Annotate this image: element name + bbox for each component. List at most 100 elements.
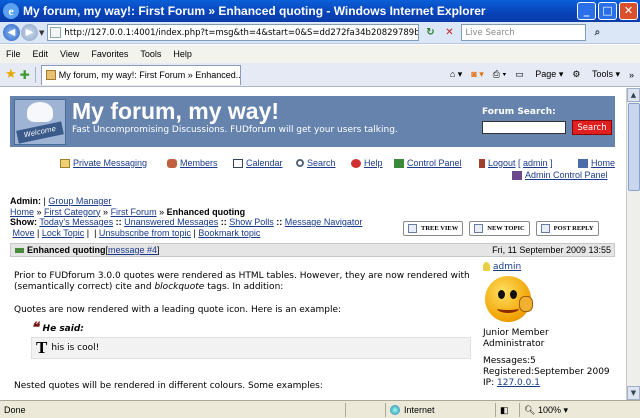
online-bulb-icon (483, 262, 490, 271)
menu-file[interactable]: File (6, 49, 21, 59)
menu-favorites[interactable]: Favorites (91, 49, 128, 59)
back-button[interactable]: ◀ (3, 24, 20, 41)
live-search-input[interactable]: Live Search (461, 24, 587, 41)
window-title: My forum, my way!: First Forum » Enhance… (23, 4, 486, 18)
bookmark-topic-link[interactable]: Bookmark topic (198, 228, 260, 238)
status-text: Done (4, 404, 26, 415)
forum-search-button[interactable]: Search (572, 120, 612, 135)
close-button[interactable]: ✕ (619, 2, 638, 20)
forum-search-label: Forum Search: (482, 107, 556, 117)
maximize-button[interactable]: □ (598, 2, 617, 20)
logout-icon (479, 158, 485, 168)
breadcrumb: Admin: | Group Manager Home » First Cate… (10, 196, 363, 238)
refresh-icon[interactable]: ↻ (422, 25, 438, 41)
nav-members[interactable]: Members (167, 158, 218, 168)
crumb-current: Enhanced quoting (166, 206, 246, 217)
url-field[interactable]: http://127.0.0.1:4001/index.php?t=msg&th… (47, 24, 420, 41)
control-panel-icon (394, 158, 404, 168)
user-name-link[interactable]: admin (493, 262, 521, 272)
browser-tab[interactable]: My forum, my way!: First Forum » Enhance… (40, 64, 241, 85)
quote-cite: He said: (42, 323, 84, 334)
new-topic-button[interactable]: NEW TOPIC (469, 221, 530, 236)
status-bar: Done Internet ◧ 🔍︎ 100% ▾ (0, 400, 640, 418)
ie-icon: e (3, 3, 19, 19)
vertical-scrollbar[interactable]: ▲ ▼ (626, 88, 640, 400)
stop-icon[interactable]: ✕ (441, 25, 457, 41)
globe-icon (390, 404, 400, 415)
unanswered-messages-link[interactable]: Unanswered Messages (124, 217, 218, 227)
nav-private-messaging[interactable]: Private Messaging (60, 158, 147, 168)
add-favorites-icon[interactable]: ✚ (20, 68, 30, 82)
ip-label: IP: (483, 378, 495, 388)
message-navigator-link[interactable]: Message Navigator (285, 217, 363, 227)
status-empty-cell (345, 402, 385, 417)
avatar (485, 276, 533, 322)
divider (34, 66, 36, 83)
zoom-control[interactable]: 🔍︎ 100% ▾ (519, 402, 640, 417)
overflow-icon[interactable]: » (629, 70, 634, 80)
quote-body: This is cool! (31, 337, 471, 359)
protected-mode-icon: ◧ (495, 402, 519, 417)
nav-control-panel[interactable]: Control Panel (394, 158, 462, 168)
tools-menu[interactable]: ⚙ Tools ▾ (572, 69, 620, 80)
forum-subtitle: Fast Uncompromising Discussions. FUDforu… (72, 125, 398, 135)
favorites-star-icon[interactable]: ★ (5, 67, 17, 82)
para-1b: tags. In addition: (204, 282, 284, 292)
user-registered: Registered:September 2009 (483, 367, 610, 377)
para-3: Nested quotes will be rendered in differ… (14, 381, 323, 391)
post-reply-button[interactable]: POST REPLY (535, 221, 599, 236)
message-number-link[interactable]: message #4 (108, 245, 157, 255)
home-icon[interactable]: ⌂ ▾ (450, 69, 462, 80)
menu-tools[interactable]: Tools (140, 49, 161, 59)
history-dropdown-icon[interactable]: ▼ (39, 29, 44, 37)
menu-help[interactable]: Help (173, 49, 192, 59)
print-icon[interactable]: ⎙ ▾ (493, 69, 506, 80)
nav-calendar[interactable]: Calendar (233, 158, 283, 168)
show-polls-link[interactable]: Show Polls (229, 217, 274, 227)
page-viewport: Welcome My forum, my way! Fast Uncomprom… (0, 88, 626, 400)
forward-button[interactable]: ▶ (21, 24, 38, 41)
lock-topic-link[interactable]: Lock Topic (42, 228, 84, 238)
nav-search[interactable]: Search (296, 158, 336, 168)
nav-admin-control-panel[interactable]: Admin Control Panel (512, 170, 608, 180)
search-icon[interactable]: ⌕ (589, 25, 605, 41)
scroll-thumb[interactable] (628, 103, 640, 191)
group-manager-link[interactable]: Group Manager (48, 196, 111, 206)
logo-welcome-text: Welcome (16, 121, 64, 144)
zoom-icon: 🔍︎ (524, 404, 536, 415)
forum-search-input[interactable] (482, 121, 566, 134)
nav-logout[interactable]: Logout [ admin ] (479, 158, 553, 168)
nav-help[interactable]: Help (351, 158, 383, 168)
forum-title: My forum, my way! (72, 98, 280, 124)
para-1-em: blockquote (154, 282, 205, 292)
blockquote: ❝ He said: This is cool! (14, 320, 472, 362)
new-topic-icon (474, 224, 484, 233)
message-header: Enhanced quoting[message #4] Fri, 11 Sep… (10, 243, 615, 257)
security-zone: Internet (385, 402, 495, 417)
crumb-category[interactable]: First Category (44, 207, 101, 217)
forum-header: Welcome My forum, my way! Fast Uncomprom… (10, 96, 615, 147)
ip-link[interactable]: 127.0.0.1 (497, 378, 540, 388)
move-link[interactable]: Move (13, 228, 35, 238)
crumb-home[interactable]: Home (10, 207, 34, 217)
crumb-forum[interactable]: First Forum (111, 207, 157, 217)
todays-messages-link[interactable]: Today's Messages (39, 217, 113, 227)
page-menu[interactable]: ▭ Page ▾ (515, 69, 563, 80)
admin-icon (512, 170, 522, 180)
search-icon (296, 159, 304, 167)
tree-icon (408, 224, 417, 233)
feeds-icon[interactable]: ◙ ▾ (471, 69, 483, 80)
members-icon (167, 158, 177, 168)
unsubscribe-link[interactable]: Unsubscribe from topic (99, 228, 191, 238)
menu-view[interactable]: View (60, 49, 79, 59)
message-subject: Enhanced quoting (27, 245, 106, 255)
scroll-down-icon[interactable]: ▼ (627, 386, 640, 400)
quote-icon: ❝ (31, 321, 39, 336)
tree-view-button[interactable]: TREE VIEW (403, 221, 464, 236)
scroll-up-icon[interactable]: ▲ (627, 88, 640, 102)
menu-edit[interactable]: Edit (33, 49, 49, 59)
nav-home[interactable]: Home (578, 158, 615, 168)
thread-actions: TREE VIEW NEW TOPIC POST REPLY (403, 221, 605, 236)
minimize-button[interactable]: _ (577, 2, 596, 20)
forum-logo[interactable]: Welcome (14, 99, 66, 145)
